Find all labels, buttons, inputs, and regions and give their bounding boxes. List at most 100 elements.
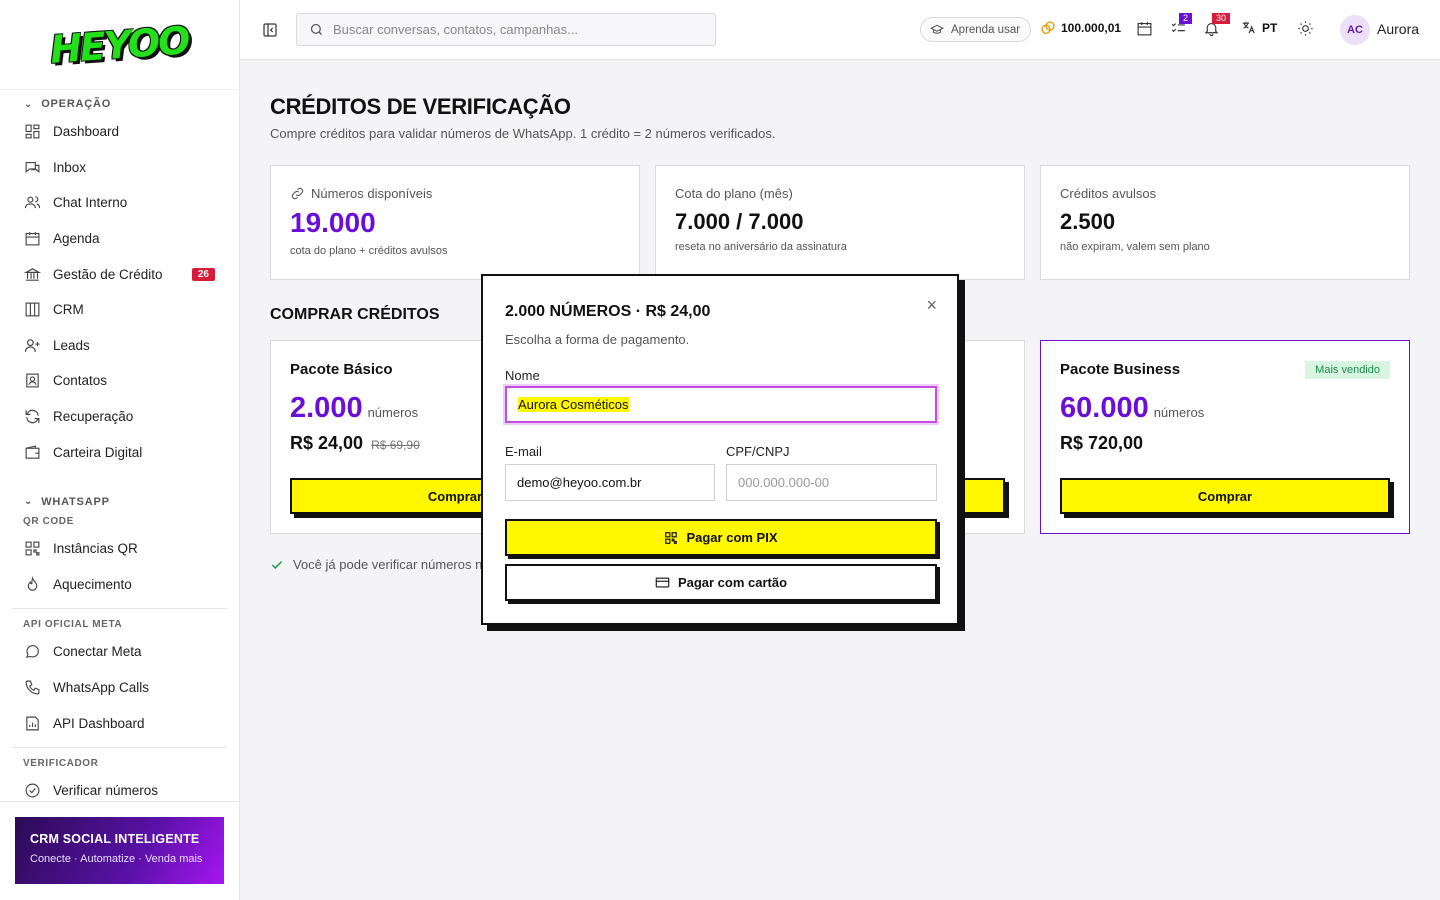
name-field[interactable]: Aurora Cosméticos [505, 386, 937, 423]
document-chart-icon [26, 716, 39, 731]
sun-icon [1298, 21, 1313, 36]
sidebar-item-label: CRM [53, 302, 84, 318]
pack-price-value: R$ 24,00 [290, 433, 364, 453]
close-icon[interactable]: × [926, 295, 937, 316]
sidebar-item-chat-interno[interactable]: Chat Interno [12, 185, 227, 221]
section-whatsapp[interactable]: ⌄ WHATSAPP [12, 492, 227, 512]
check-icon [271, 560, 283, 569]
sidebar-item-agenda[interactable]: Agenda [12, 221, 227, 257]
divider [12, 746, 227, 748]
graduation-cap-icon [930, 24, 944, 34]
sidebar-item-label: Gestão de Crédito [53, 266, 163, 282]
sidebar-item-crm[interactable]: CRM [12, 292, 227, 328]
wallet-icon [25, 445, 40, 459]
pack-qty-number: 2.000 [290, 392, 363, 424]
sidebar-item-dashboard[interactable]: Dashboard [12, 114, 227, 150]
stat-hint: não expiram, valem sem plano [1060, 241, 1210, 253]
name-label: Nome [505, 368, 540, 383]
learn-label: Aprenda usar [951, 23, 1021, 36]
doc-label: CPF/CNPJ [726, 444, 790, 459]
learn-button[interactable]: Aprenda usar [920, 17, 1032, 42]
stat-card-available: Números disponíveis 19.000 cota do plano… [270, 165, 640, 280]
phone-icon [25, 680, 40, 695]
promo-subtitle: Conecte · Automatize · Venda mais [30, 853, 203, 865]
topbar: Aprenda usar 100.000,01 2 30 PT AC Auror… [240, 0, 1440, 60]
credits-balance[interactable]: 100.000,01 [1040, 20, 1121, 36]
buy-button[interactable]: Comprar [1060, 478, 1390, 514]
section-title: COMPRAR CRÉDITOS [270, 306, 440, 323]
search-input[interactable] [333, 22, 693, 37]
pay-pix-label: Pagar com PIX [686, 530, 778, 545]
username[interactable]: Aurora [1377, 21, 1419, 37]
theme-toggle[interactable] [1297, 20, 1316, 39]
pack-qty-unit: números [1153, 405, 1205, 420]
email-field[interactable] [505, 464, 715, 501]
sidebar-item-label: Recuperação [53, 409, 134, 425]
page-title: CRÉDITOS DE VERIFICAÇÃO [270, 94, 571, 119]
sidebar-nav: ⌄ OPERAÇÃO Dashboard Inbox Chat Interno … [0, 92, 239, 800]
stat-hint: reseta no aniversário da assinatura [675, 241, 847, 253]
sidebar-item-verificar[interactable]: Verificar números [12, 773, 227, 800]
sidebar-item-gestao-credito[interactable]: Gestão de Crédito 26 [12, 256, 227, 292]
name-value: Aurora Cosméticos [518, 397, 629, 412]
pack-qty-unit: números [367, 405, 419, 420]
email-label: E-mail [505, 444, 542, 459]
pack-price: R$ 720,00 [1060, 433, 1390, 454]
search-icon [310, 23, 322, 35]
sidebar-item-label: Dashboard [53, 124, 120, 140]
section-operacao[interactable]: ⌄ OPERAÇÃO [12, 94, 227, 114]
promo-banner[interactable]: CRM SOCIAL INTELIGENTE Conecte · Automat… [15, 817, 224, 884]
pack-old-price: R$ 69,90 [371, 438, 420, 452]
contact-card-icon [26, 374, 39, 388]
pay-card-label: Pagar com cartão [677, 575, 788, 590]
divider [12, 608, 227, 610]
email-field-group: E-mail [505, 444, 715, 501]
name-field-group: Nome Aurora Cosméticos [505, 368, 937, 423]
pay-card-button[interactable]: Pagar com cartão [505, 564, 937, 601]
chevron-down-icon: ⌄ [24, 496, 34, 508]
sidebar: HEYOO ⌄ OPERAÇÃO Dashboard Inbox Chat In… [0, 0, 240, 900]
cpf-cnpj-field[interactable] [726, 464, 937, 501]
tasks-badge: 2 [1179, 13, 1193, 24]
divider [0, 801, 239, 802]
logo[interactable]: HEYOO [49, 18, 190, 72]
stat-value: 2.500 [1060, 209, 1116, 234]
sidebar-item-contatos[interactable]: Contatos [12, 363, 227, 399]
sidebar-item-carteira[interactable]: Carteira Digital [12, 434, 227, 470]
sidebar-item-aquecimento[interactable]: Aquecimento [12, 567, 227, 603]
stat-card-standalone: Créditos avulsos 2.500 não expiram, vale… [1040, 165, 1410, 280]
qr-code-icon [665, 531, 678, 544]
modal-subtitle: Escolha a forma de pagamento. [505, 332, 690, 347]
sidebar-item-instancias-qr[interactable]: Instâncias QR [12, 531, 227, 567]
language-switcher[interactable]: PT [1241, 20, 1277, 35]
dashboard-icon [25, 124, 40, 139]
credit-card-icon [655, 577, 670, 588]
sidebar-item-conectar-meta[interactable]: Conectar Meta [12, 634, 227, 670]
sidebar-item-label: API Dashboard [53, 715, 145, 731]
sidebar-item-leads[interactable]: Leads [12, 328, 227, 364]
avatar[interactable]: AC [1340, 15, 1370, 45]
qr-code-icon [25, 541, 40, 556]
calendar-button[interactable] [1136, 20, 1155, 39]
pay-pix-button[interactable]: Pagar com PIX [505, 519, 937, 556]
notice: Você já pode verificar números na [270, 557, 490, 572]
search-box[interactable] [296, 13, 716, 46]
stat-label: Números disponíveis [290, 186, 620, 201]
section-label: WHATSAPP [41, 495, 110, 508]
sidebar-item-label: Instâncias QR [53, 541, 138, 557]
modal-title: 2.000 NÚMEROS · R$ 24,00 [505, 303, 711, 320]
notifications-button[interactable]: 30 [1203, 13, 1231, 39]
sidebar-collapse-icon[interactable] [262, 22, 278, 38]
chevron-down-icon: ⌄ [24, 98, 34, 110]
sidebar-item-recuperacao[interactable]: Recuperação [12, 399, 227, 435]
translate-icon [1242, 21, 1255, 34]
credits-value: 100.000,01 [1061, 21, 1122, 35]
chat-icon [25, 161, 40, 173]
sidebar-item-api-dashboard[interactable]: API Dashboard [12, 705, 227, 741]
pack-quantity: 60.000 números [1060, 392, 1390, 425]
sidebar-item-inbox[interactable]: Inbox [12, 150, 227, 186]
tasks-button[interactable]: 2 [1170, 13, 1193, 39]
check-circle-icon [25, 783, 40, 798]
sidebar-item-whatsapp-calls[interactable]: WhatsApp Calls [12, 670, 227, 706]
sidebar-item-label: Carteira Digital [53, 444, 143, 460]
